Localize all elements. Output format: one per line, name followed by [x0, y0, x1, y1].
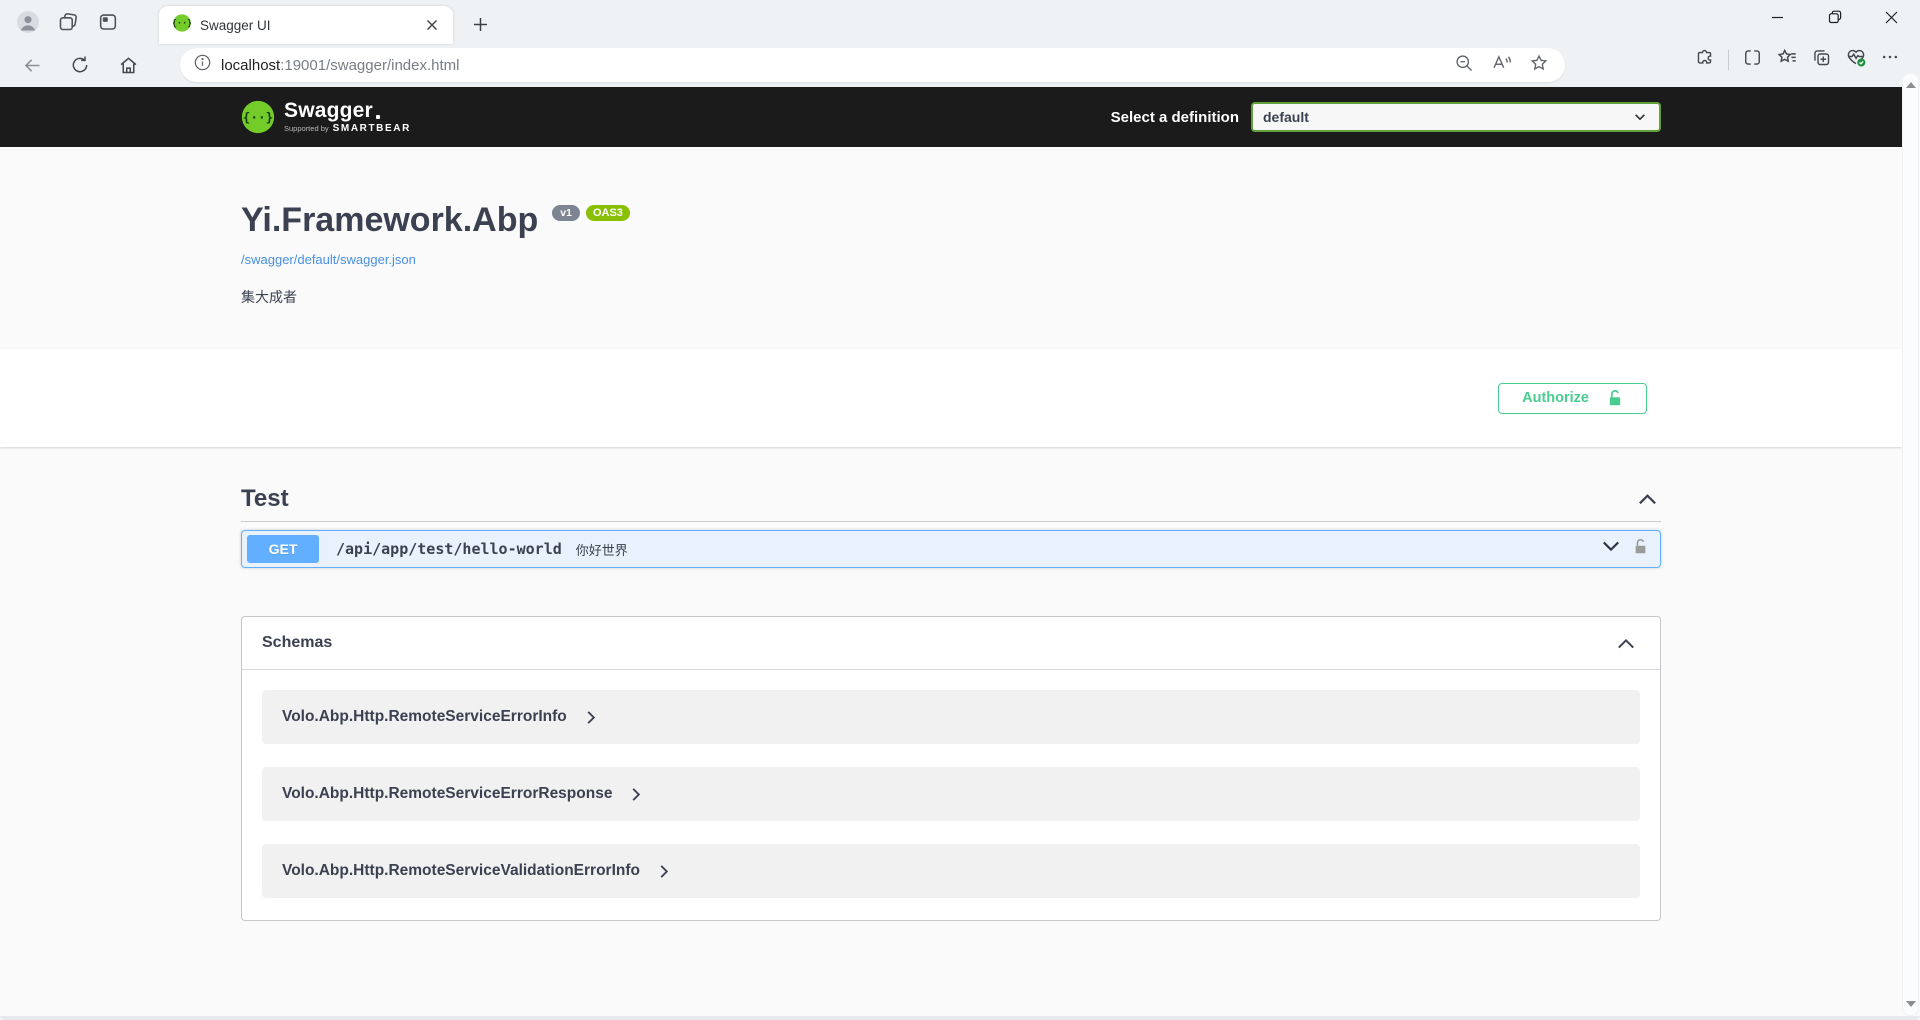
collapse-test-icon[interactable] — [1633, 487, 1661, 511]
new-tab-button[interactable] — [462, 8, 498, 40]
unlocked-icon — [1607, 389, 1623, 407]
tag-title: Test — [241, 485, 289, 513]
opblock-get-hello-world[interactable]: GET /api/app/test/hello-world 你好世界 — [241, 530, 1661, 568]
tab-strip: {··} Swagger UI — [0, 0, 1920, 44]
brand-name: Swagger — [284, 100, 373, 121]
url-path: :19001/swagger/index.html — [280, 57, 459, 74]
url-text[interactable]: localhost:19001/swagger/index.html — [221, 57, 1454, 74]
window-bottom-edge — [0, 1016, 1920, 1020]
api-title: Yi.Framework.Abp — [241, 200, 538, 240]
schemas-header[interactable]: Schemas — [242, 617, 1660, 670]
favicon-swagger: {··} — [173, 14, 191, 37]
collapse-schemas-icon[interactable] — [1612, 631, 1640, 655]
svg-text:{··}: {··} — [173, 19, 191, 29]
window-close-button[interactable] — [1863, 0, 1920, 34]
model-remote-service-error-info[interactable]: Volo.Abp.Http.RemoteServiceErrorInfo — [262, 690, 1640, 744]
model-label: Volo.Abp.Http.RemoteServiceValidationErr… — [282, 862, 640, 880]
model-label: Volo.Abp.Http.RemoteServiceErrorInfo — [282, 708, 567, 726]
favorite-star-icon[interactable] — [1529, 53, 1549, 78]
operations-section: Test GET /api/app/test/hello-world 你好世界 — [241, 485, 1661, 921]
chevron-right-icon — [586, 710, 596, 725]
select-definition-label: Select a definition — [1111, 109, 1239, 126]
address-bar[interactable]: localhost:19001/swagger/index.html — [180, 48, 1565, 82]
url-host: localhost — [221, 57, 280, 74]
extensions-icon[interactable] — [1694, 47, 1715, 73]
api-description: 集大成者 — [241, 289, 1661, 305]
model-label: Volo.Abp.Http.RemoteServiceErrorResponse — [282, 785, 612, 803]
read-aloud-icon[interactable] — [1491, 52, 1512, 78]
browser-chrome: {··} Swagger UI — [0, 0, 1920, 87]
svg-text:{··}: {··} — [243, 111, 274, 126]
window-restore-button[interactable] — [1806, 0, 1863, 34]
browser-essentials-icon[interactable] — [1845, 46, 1867, 73]
model-remote-service-error-response[interactable]: Volo.Abp.Http.RemoteServiceErrorResponse — [262, 767, 1640, 821]
swagger-logo-icon: {··} — [241, 100, 275, 134]
schemas-panel: Schemas Volo.Abp.Http.RemoteServiceError… — [241, 616, 1661, 921]
operation-lock-icon[interactable] — [1633, 538, 1648, 560]
tab-title: Swagger UI — [200, 18, 421, 33]
zoom-out-icon[interactable] — [1454, 53, 1474, 78]
spec-json-link[interactable]: /swagger/default/swagger.json — [241, 252, 416, 268]
swagger-brand[interactable]: {··} Swagger Supported by SMARTBEAR — [241, 100, 411, 134]
home-icon[interactable] — [108, 46, 148, 84]
toolbar-separator — [1728, 50, 1729, 70]
operation-summary: 你好世界 — [576, 540, 628, 559]
chevron-down-icon — [1633, 110, 1647, 124]
page-scrollbar[interactable] — [1902, 73, 1919, 1016]
authorize-button[interactable]: Authorize — [1498, 383, 1647, 414]
site-info-icon[interactable] — [194, 54, 211, 76]
tag-section-test[interactable]: Test — [241, 485, 1661, 522]
oas3-badge: OAS3 — [586, 205, 630, 221]
tab-actions-icon[interactable] — [88, 3, 128, 41]
window-minimize-button[interactable] — [1749, 0, 1806, 34]
refresh-icon[interactable] — [60, 46, 100, 84]
collections-icon[interactable] — [1811, 47, 1832, 73]
browser-tab[interactable]: {··} Swagger UI — [159, 6, 453, 44]
definition-select-value: default — [1263, 109, 1309, 125]
expand-operation-icon[interactable] — [1602, 540, 1620, 558]
http-method-badge: GET — [247, 535, 319, 563]
workspaces-icon[interactable] — [48, 3, 88, 41]
scroll-up-arrow[interactable] — [1906, 82, 1916, 88]
split-screen-icon[interactable] — [1742, 47, 1763, 73]
api-info-section: Yi.Framework.Abp v1 OAS3 /swagger/defaul… — [241, 147, 1661, 305]
swagger-page: Yi.Framework.Abp v1 OAS3 /swagger/defaul… — [0, 147, 1902, 1020]
swagger-topbar: {··} Swagger Supported by SMARTBEAR Sele… — [0, 87, 1902, 147]
scroll-down-arrow[interactable] — [1906, 1001, 1916, 1007]
model-remote-service-validation-error-info[interactable]: Volo.Abp.Http.RemoteServiceValidationErr… — [262, 844, 1640, 898]
chevron-right-icon — [631, 787, 641, 802]
scheme-container: Authorize — [0, 349, 1902, 447]
back-icon[interactable] — [12, 46, 52, 84]
settings-more-icon[interactable] — [1880, 47, 1900, 72]
authorize-label: Authorize — [1522, 390, 1589, 406]
supported-by-label: Supported by — [284, 124, 329, 133]
operation-path: /api/app/test/hello-world — [336, 540, 562, 558]
schemas-title: Schemas — [262, 634, 332, 652]
version-badge: v1 — [552, 205, 580, 221]
definition-select[interactable]: default — [1251, 102, 1661, 132]
smartbear-label: SMARTBEAR — [333, 123, 411, 134]
tab-close-icon[interactable] — [421, 14, 443, 36]
favorites-list-icon[interactable] — [1776, 46, 1798, 73]
profile-avatar[interactable] — [8, 3, 48, 41]
browser-toolbar: localhost:19001/swagger/index.html — [0, 44, 1920, 87]
trademark-dot — [376, 115, 380, 119]
chevron-right-icon — [659, 864, 669, 879]
